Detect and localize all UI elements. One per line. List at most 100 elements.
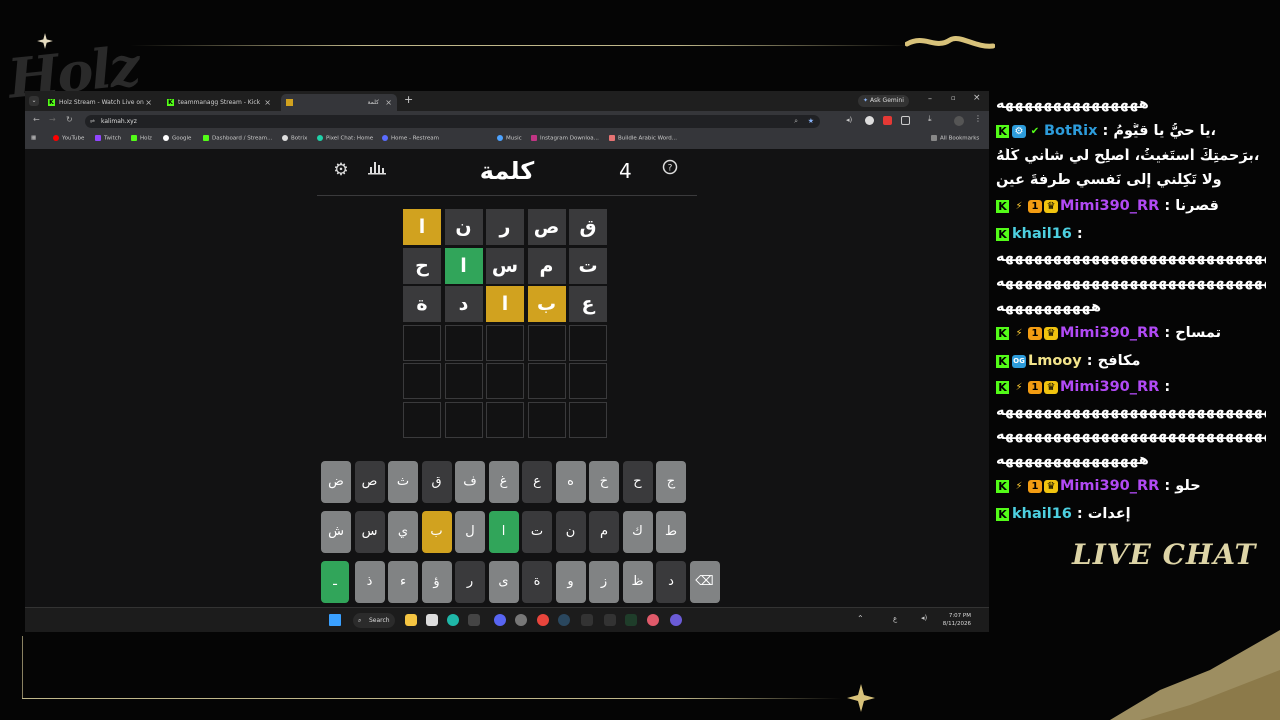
keyboard-key[interactable]: ع	[522, 461, 552, 503]
new-tab-icon[interactable]: +	[404, 93, 413, 106]
keyboard-key[interactable]: ث	[388, 461, 418, 503]
bookmark-pixel-chat[interactable]: Pixel Chat: Home	[317, 135, 373, 142]
bookmark-twitch[interactable]: Twitch	[95, 135, 121, 142]
keyboard-key[interactable]: ن	[555, 511, 586, 553]
keyboard-key[interactable]: ج	[656, 461, 686, 503]
stats-chart-icon[interactable]	[366, 159, 388, 181]
keyboard-key[interactable]: و	[555, 561, 586, 603]
bookmark-star-icon[interactable]: ★	[808, 115, 814, 128]
tab-teammanagg[interactable]: K teammanagg Stream - Kick Dash... ×	[162, 94, 276, 123]
keyboard-key[interactable]: غ	[488, 461, 519, 503]
keyboard-key[interactable]: ا	[488, 511, 519, 553]
keyboard-key[interactable]: ل	[455, 511, 485, 553]
ask-gemini-button[interactable]: ✦ Ask Gemini	[858, 95, 909, 107]
keyboard-key[interactable]: ق	[421, 461, 452, 503]
keyboard-key[interactable]: ب	[421, 511, 452, 553]
volume-icon[interactable]: ◂)	[921, 614, 927, 622]
keyboard-key[interactable]: ش	[321, 511, 351, 553]
keyboard-key[interactable]: ح	[622, 461, 653, 503]
app-icon[interactable]	[604, 614, 616, 626]
url-field[interactable]: ⇌ kalimah.xyz ⌕ ★	[85, 115, 820, 128]
backspace-key[interactable]: ⌫	[689, 561, 720, 603]
steam-icon[interactable]	[558, 614, 570, 626]
bookmark-music[interactable]: Music	[497, 135, 522, 142]
bookmark-botrix[interactable]: Botrix	[282, 135, 307, 142]
profile-avatar[interactable]	[954, 116, 964, 126]
keyboard-key[interactable]: س	[354, 511, 385, 553]
tray-chevron-icon[interactable]: ⌃	[857, 614, 864, 623]
back-icon[interactable]: ←	[33, 115, 40, 124]
chat-username[interactable]: Mimi390_RR	[1060, 198, 1159, 214]
all-bookmarks[interactable]: All Bookmarks	[931, 135, 979, 142]
app-icon[interactable]	[581, 614, 593, 626]
keyboard-key[interactable]: ص	[354, 461, 385, 503]
keyboard-key[interactable]: ر	[455, 561, 485, 603]
keyboard-key[interactable]: د	[656, 561, 686, 603]
app-icon[interactable]	[670, 614, 682, 626]
settings-app-icon[interactable]	[515, 614, 527, 626]
keyboard-key[interactable]: م	[589, 511, 619, 553]
settings-gear-icon[interactable]: ⚙	[330, 159, 352, 181]
help-icon[interactable]: ?	[659, 159, 681, 181]
kebab-menu-icon[interactable]: ⋮	[974, 114, 982, 123]
keyboard-key[interactable]: ه	[555, 461, 586, 503]
chat-username[interactable]: khail16	[1012, 506, 1072, 522]
keyboard-key[interactable]: ت	[522, 511, 552, 553]
keyboard-key[interactable]: خ	[589, 461, 619, 503]
keyboard-key[interactable]: ض	[321, 461, 351, 503]
store-icon[interactable]	[426, 614, 438, 626]
keyboard-key[interactable]: ي	[388, 511, 418, 553]
tab-menu-icon[interactable]: ⌄	[29, 96, 39, 106]
apps-icon[interactable]: ▦	[31, 135, 36, 141]
chrome-icon[interactable]	[537, 614, 549, 626]
taskbar-search[interactable]: ⌕ Search	[353, 613, 395, 628]
download-icon[interactable]: ⤓	[928, 114, 932, 124]
keyboard-key[interactable]: ك	[622, 511, 653, 553]
keyboard-key[interactable]: ة	[522, 561, 552, 603]
bookmark-instagram[interactable]: Instagram Downloa...	[531, 135, 599, 142]
bookmark-buildle[interactable]: Buildle Arabic Word...	[609, 135, 677, 142]
edge-icon[interactable]	[447, 614, 459, 626]
app-icon[interactable]	[647, 614, 659, 626]
extension-icon[interactable]	[865, 116, 874, 125]
keyboard-key[interactable]: ؤ	[421, 561, 452, 603]
chat-username[interactable]: BotRix	[1044, 123, 1097, 139]
reload-icon[interactable]: ↻	[66, 115, 73, 124]
close-icon[interactable]: ×	[264, 94, 271, 111]
keyboard-key[interactable]: ظ	[622, 561, 653, 603]
bookmark-holz[interactable]: Holz	[131, 135, 152, 142]
tab-holz-stream[interactable]: K Holz Stream - Watch Live on Kick ×	[43, 94, 157, 123]
chat-username[interactable]: Mimi390_RR	[1060, 325, 1159, 341]
keyboard-key[interactable]: ط	[656, 511, 686, 553]
chat-username[interactable]: Mimi390_RR	[1060, 379, 1159, 395]
close-icon[interactable]: ×	[145, 94, 152, 111]
app-icon[interactable]	[468, 614, 480, 626]
chat-username[interactable]: Lmooy	[1028, 353, 1082, 369]
zoom-icon[interactable]: ⌕	[794, 115, 798, 128]
extension-icon[interactable]	[901, 116, 910, 125]
keyboard-key[interactable]: ـ	[321, 561, 349, 603]
tab-kalimah[interactable]: كلمة ×	[281, 94, 397, 111]
bookmark-google[interactable]: Google	[163, 135, 191, 142]
close-icon[interactable]: ×	[385, 94, 392, 111]
chat-username[interactable]: khail16	[1012, 226, 1072, 242]
file-explorer-icon[interactable]	[405, 614, 417, 626]
keyboard-key[interactable]: ذ	[354, 561, 385, 603]
minimize-icon[interactable]: –	[928, 94, 932, 103]
chat-username[interactable]: Mimi390_RR	[1060, 478, 1159, 494]
app-icon[interactable]	[625, 614, 637, 626]
discord-icon[interactable]	[494, 614, 506, 626]
keyboard-key[interactable]: ى	[488, 561, 519, 603]
maximize-icon[interactable]: ▫	[951, 94, 956, 102]
bookmark-dashboard[interactable]: Dashboard / Stream...	[203, 135, 272, 142]
language-icon[interactable]: ع	[893, 615, 897, 623]
window-close-icon[interactable]: ×	[973, 93, 981, 103]
keyboard-key[interactable]: ز	[589, 561, 619, 603]
windows-start-icon[interactable]	[329, 614, 341, 626]
keyboard-key[interactable]: ف	[455, 461, 485, 503]
extension-icon[interactable]	[883, 116, 892, 125]
keyboard-key[interactable]: ء	[388, 561, 418, 603]
forward-icon[interactable]: →	[49, 115, 56, 124]
media-icon[interactable]: ◂)	[846, 116, 852, 124]
clock[interactable]: 7:07 PM 8/11/2026	[943, 612, 971, 628]
